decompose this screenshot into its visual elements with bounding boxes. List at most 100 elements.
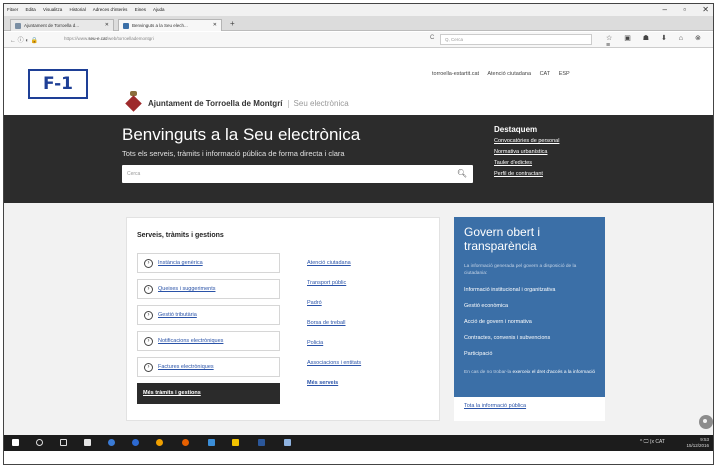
word-icon[interactable]	[258, 439, 265, 446]
note-prefix: En cas de no trobar-la	[464, 370, 512, 375]
tab-ajuntament[interactable]: Ajuntament de Torroella d... ✕	[10, 19, 114, 31]
clock[interactable]: 9:53 15/12/2016	[686, 437, 709, 449]
url-host: seu-e.cat	[88, 36, 107, 41]
link-atencio[interactable]: Atenció ciutadana	[307, 260, 361, 266]
link-normativa[interactable]: Normativa urbanística	[494, 149, 559, 155]
favicon-icon	[123, 23, 129, 29]
service-item-instancia[interactable]: › Instància genèrica	[137, 253, 280, 273]
menu-fitxer[interactable]: Fitxer	[7, 7, 18, 12]
chrome-icon[interactable]	[156, 439, 163, 446]
window-controls: – ▫ ✕	[649, 4, 709, 16]
lang-esp[interactable]: ESP	[559, 71, 570, 77]
arrow-circle-icon: ›	[144, 311, 153, 320]
service-item-queixes[interactable]: › Queixes i suggeriments	[137, 279, 280, 299]
more-services-link[interactable]: Més serveis	[307, 380, 361, 386]
site-search-input[interactable]: Cerca 🔍︎	[122, 165, 473, 183]
clock-date: 15/12/2016	[686, 443, 709, 448]
site-subtitle: Seu electrònica	[293, 99, 349, 108]
link-torroella-estartit[interactable]: torroella-estartit.cat	[432, 71, 479, 77]
url-path: /web/torroellademontgri	[106, 36, 154, 41]
chat-icon[interactable]	[699, 415, 713, 429]
media-icon[interactable]	[284, 439, 291, 446]
govern-link-accio[interactable]: Acció de govern i normativa	[464, 319, 599, 325]
govern-link-economica[interactable]: Gestió econòmica	[464, 303, 599, 309]
web-page: F-1 Ajuntament de Torroella de Montgrí Se…	[4, 49, 713, 440]
favicon-icon	[15, 23, 21, 29]
browser-search-input[interactable]: Q, Cerca	[440, 34, 592, 45]
tab-bar: Ajuntament de Torroella d... ✕ Benvingut…	[4, 16, 713, 31]
top-links: torroella-estartit.cat Atenció ciutadana…	[432, 71, 577, 77]
store-icon[interactable]	[84, 439, 91, 446]
hero-title: Benvinguts a la Seu electrònica	[122, 125, 361, 144]
link-policia[interactable]: Policia	[307, 340, 361, 346]
link-borsa[interactable]: Borsa de treball	[307, 320, 361, 326]
quick-links: Atenció ciutadana Transport públic Padró…	[307, 260, 361, 400]
service-label: Notificacions electròniques	[158, 338, 224, 344]
govern-link-contractes[interactable]: Contractes, convenis i subvencions	[464, 335, 599, 341]
tab-close-icon[interactable]: ✕	[105, 20, 109, 31]
govern-intro: La informació generada pel govern a disp…	[464, 264, 577, 276]
menu-edita[interactable]: Edita	[26, 7, 36, 12]
firefox-icon[interactable]	[182, 439, 189, 446]
services-panel: Serveis, tràmits i gestions › Instància g…	[126, 217, 440, 421]
arrow-circle-icon: ›	[144, 337, 153, 346]
task-view-icon[interactable]	[60, 439, 67, 446]
hero-subtitle: Tots els serveis, tràmits i informació p…	[122, 149, 345, 158]
menu-adreces[interactable]: Adreces d'interès	[93, 7, 128, 12]
service-item-gestio[interactable]: › Gestió tributària	[137, 305, 280, 325]
site-logo-link[interactable]: Ajuntament de Torroella de Montgrí Seu el…	[148, 99, 349, 108]
toolbar-icons[interactable]: ☆ ▣ ☗ ⬇ ⌂ ⊗ ≡	[606, 34, 713, 49]
link-transport[interactable]: Transport públic	[307, 280, 361, 286]
edge-icon[interactable]	[108, 439, 115, 446]
govern-link-participacio[interactable]: Participació	[464, 351, 599, 357]
coat-of-arms-icon	[125, 91, 142, 112]
app-icon[interactable]	[208, 439, 215, 446]
browser-menubar: Fitxer Edita Visualitza Historial Adrece…	[4, 4, 713, 16]
reload-icon[interactable]: C	[430, 35, 434, 41]
tab-label: Benvinguts a la Seu elech...	[132, 23, 188, 28]
service-label: Factures electròniques	[158, 364, 214, 370]
service-item-notificacions[interactable]: › Notificacions electròniques	[137, 331, 280, 351]
more-tramits-button[interactable]: Més tràmits i gestions	[137, 383, 280, 404]
menu-visualitza[interactable]: Visualitza	[43, 7, 62, 12]
windows-taskbar: ^ 🖵 (x CAT 9:53 15/12/2016	[4, 435, 713, 451]
services-title: Serveis, tràmits i gestions	[137, 232, 224, 239]
search-icon[interactable]: 🔍︎	[457, 165, 467, 183]
new-tab-button[interactable]: +	[230, 19, 235, 28]
govern-note: En cas de no trobar-la exerceix el dret …	[464, 369, 599, 376]
system-tray-icons[interactable]: ^ 🖵 (x CAT	[640, 439, 665, 445]
link-tauler[interactable]: Tauler d'edictes	[494, 160, 559, 166]
all-public-info-link[interactable]: Tota la informació pública	[464, 403, 526, 409]
tab-label: Ajuntament de Torroella d...	[24, 23, 79, 28]
link-perfil[interactable]: Perfil de contractant	[494, 171, 559, 177]
folder-icon[interactable]	[232, 439, 239, 446]
menu-historial[interactable]: Historial	[70, 7, 86, 12]
link-convocatories[interactable]: Convocatòries de personal	[494, 138, 559, 144]
link-associacions[interactable]: Associacions i entitats	[307, 360, 361, 366]
screenshot-frame: Fitxer Edita Visualitza Historial Adrece…	[3, 3, 714, 465]
govern-link-institucional[interactable]: Informació institucional i organitzativa	[464, 287, 599, 293]
link-padro[interactable]: Padró	[307, 300, 361, 306]
link-atencio-ciutadana[interactable]: Atenció ciutadana	[487, 71, 531, 77]
destaquem-title: Destaquem	[494, 125, 538, 134]
menu-eines[interactable]: Eines	[135, 7, 146, 12]
service-label: Queixes i suggeriments	[158, 286, 216, 292]
arrow-circle-icon: ›	[144, 363, 153, 372]
search-icon[interactable]	[36, 439, 43, 446]
nav-back-icon[interactable]: ← ⓘ ◐ 🔒	[10, 35, 38, 44]
close-window-button[interactable]: ✕	[702, 5, 709, 14]
menu-ajuda[interactable]: Ajuda	[153, 7, 165, 12]
minimize-button[interactable]: –	[663, 5, 667, 14]
service-item-factures[interactable]: › Factures electròniques	[137, 357, 280, 377]
site-header: F-1 Ajuntament de Torroella de Montgrí Se…	[4, 49, 713, 115]
url-field[interactable]: https://www.seu-e.cat/web/torroellademon…	[64, 36, 154, 41]
arrow-circle-icon: ›	[144, 259, 153, 268]
tab-seu-electronica[interactable]: Benvinguts a la Seu elech... ✕	[118, 19, 222, 31]
dret-acces-link[interactable]: exerceix el dret d'accés a la informació	[513, 370, 596, 375]
url-prefix: https://www.	[64, 36, 89, 41]
ie-icon[interactable]	[132, 439, 139, 446]
start-icon[interactable]	[12, 439, 19, 446]
maximize-button[interactable]: ▫	[683, 5, 686, 14]
lang-cat[interactable]: CAT	[540, 71, 551, 77]
tab-close-icon[interactable]: ✕	[213, 20, 217, 31]
